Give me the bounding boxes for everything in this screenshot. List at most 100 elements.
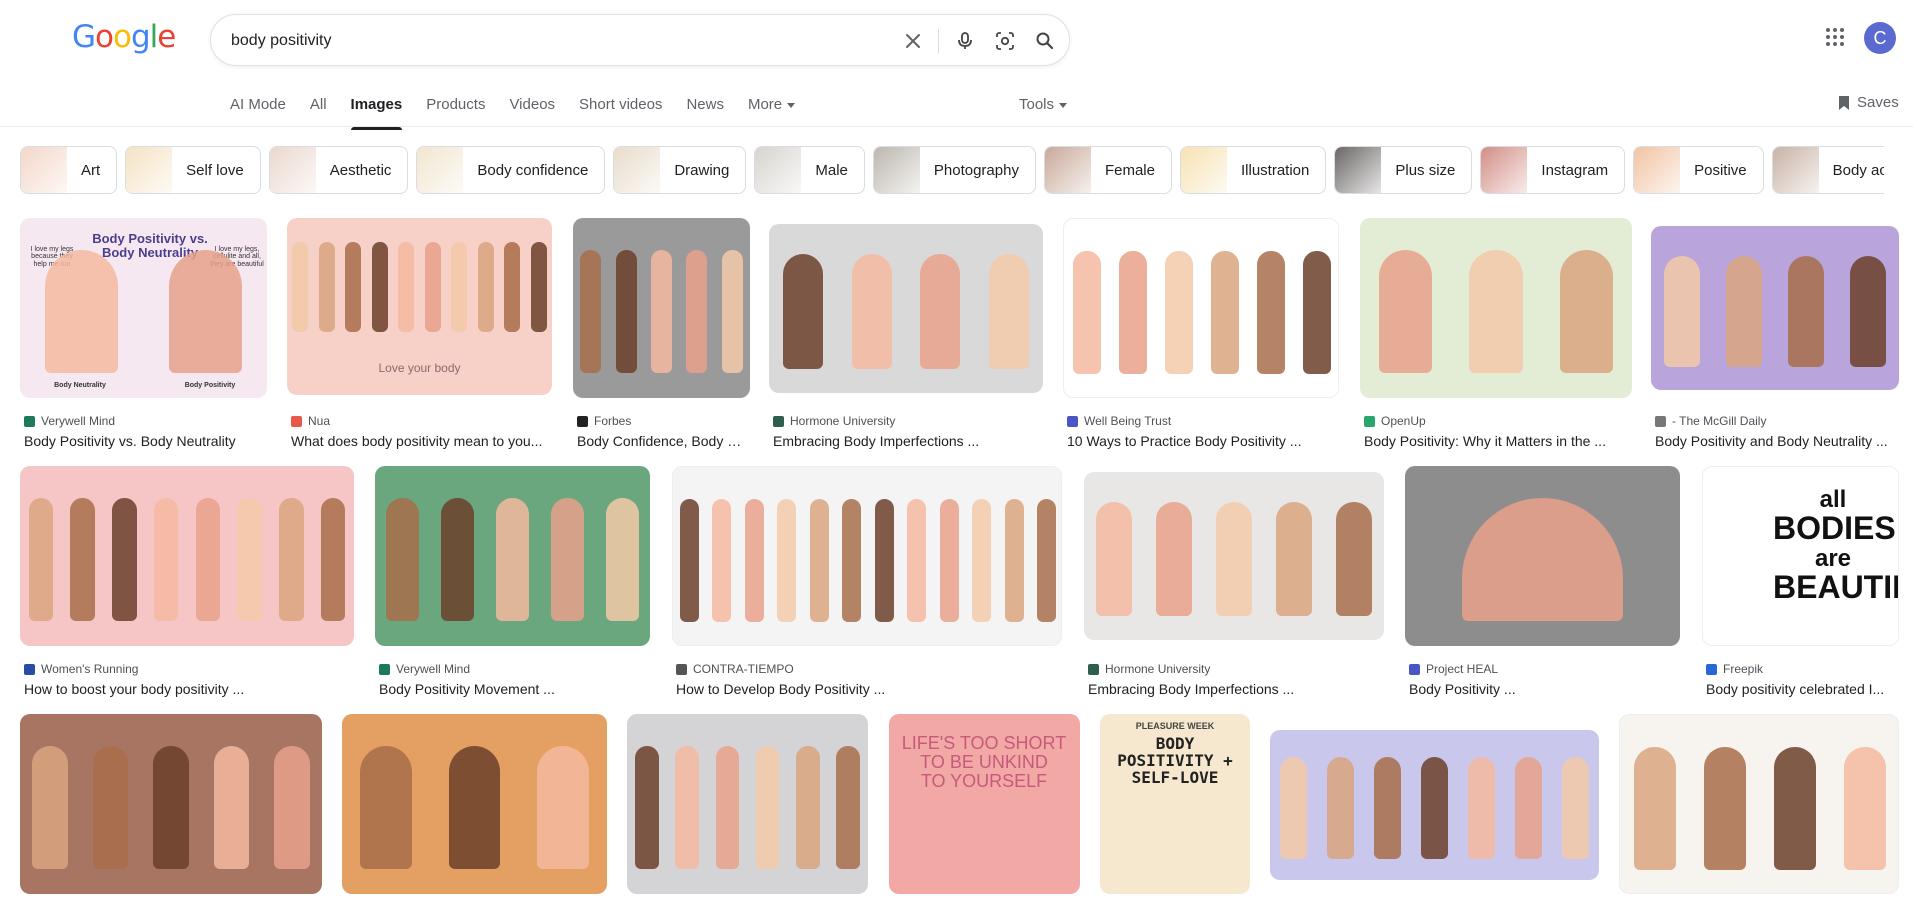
- image-result[interactable]: [1270, 714, 1599, 899]
- figure-illustration: [1119, 251, 1147, 374]
- result-title[interactable]: Body Positivity Movement ...: [379, 681, 646, 697]
- result-source[interactable]: Forbes: [577, 414, 631, 428]
- result-source[interactable]: - The McGill Daily: [1655, 414, 1766, 428]
- google-logo[interactable]: Google: [72, 20, 176, 54]
- image-result[interactable]: Love your body Nua What does body positivi…: [287, 218, 552, 449]
- chip-aesthetic[interactable]: Aesthetic: [268, 146, 409, 194]
- result-title[interactable]: How to boost your body positivity ...: [24, 681, 350, 697]
- result-title[interactable]: Body Positivity: Why it Matters in the .…: [1364, 433, 1628, 449]
- image-result[interactable]: [342, 714, 607, 899]
- chip-self-love[interactable]: Self love: [125, 146, 261, 194]
- chip-plus-size[interactable]: Plus size: [1334, 146, 1473, 194]
- image-result[interactable]: OpenUp Body Positivity: Why it Matters in…: [1360, 218, 1632, 449]
- result-source[interactable]: Freepik: [1706, 662, 1763, 676]
- avatar[interactable]: C: [1864, 22, 1896, 54]
- tab-all[interactable]: All: [310, 94, 327, 122]
- result-thumbnail[interactable]: [672, 466, 1062, 646]
- result-title[interactable]: 10 Ways to Practice Body Positivity ...: [1067, 433, 1335, 449]
- search-icon[interactable]: [1031, 27, 1059, 55]
- image-result[interactable]: Forbes Body Confidence, Body P...: [573, 218, 750, 449]
- image-result[interactable]: CONTRA-TIEMPO How to Develop Body Positiv…: [672, 466, 1062, 697]
- image-result[interactable]: Body Positivity vs. Body Neutrality I lov…: [20, 218, 267, 449]
- result-thumbnail[interactable]: [1651, 226, 1899, 390]
- mic-icon[interactable]: [951, 27, 979, 55]
- tab-images[interactable]: Images: [350, 94, 402, 130]
- result-title[interactable]: How to Develop Body Positivity ...: [676, 681, 1058, 697]
- image-result[interactable]: LIFE'S TOO SHORT TO BE UNKIND TO YOURSELF: [889, 714, 1080, 899]
- result-thumbnail[interactable]: [1084, 472, 1384, 640]
- saves-button[interactable]: Saves: [1837, 92, 1899, 114]
- image-result[interactable]: [20, 714, 322, 899]
- tab-more[interactable]: More: [748, 94, 796, 122]
- result-thumbnail[interactable]: [1619, 714, 1899, 894]
- result-thumbnail[interactable]: [20, 466, 354, 646]
- image-result[interactable]: [627, 714, 868, 899]
- result-title[interactable]: Body Confidence, Body P...: [577, 433, 746, 449]
- result-source[interactable]: Verywell Mind: [24, 414, 115, 428]
- image-result[interactable]: allBODIESareBEAUTIFUL Freepik Body positiv…: [1702, 466, 1899, 697]
- result-title[interactable]: Body Positivity ...: [1409, 681, 1676, 697]
- result-thumbnail[interactable]: [627, 714, 868, 894]
- image-result[interactable]: [1619, 714, 1899, 899]
- lens-icon[interactable]: [991, 27, 1019, 55]
- result-thumbnail[interactable]: [342, 714, 607, 894]
- tab-videos[interactable]: Videos: [509, 94, 555, 122]
- image-result[interactable]: PLEASURE WEEK BODY POSITIVITY + SELF-LOVE: [1100, 714, 1250, 899]
- result-title[interactable]: Embracing Body Imperfections ...: [773, 433, 1039, 449]
- result-thumbnail[interactable]: [1270, 730, 1599, 880]
- result-title[interactable]: Body positivity celebrated I...: [1706, 681, 1895, 697]
- result-title[interactable]: Embracing Body Imperfections ...: [1088, 681, 1380, 697]
- result-thumbnail[interactable]: [375, 466, 650, 646]
- image-result[interactable]: - The McGill Daily Body Positivity and Bo…: [1651, 218, 1899, 449]
- result-thumbnail[interactable]: Love your body: [287, 218, 552, 395]
- image-result[interactable]: Hormone University Embracing Body Imperfe…: [769, 218, 1043, 449]
- image-result[interactable]: Hormone University Embracing Body Imperfe…: [1084, 466, 1384, 697]
- image-result[interactable]: Women's Running How to boost your body po…: [20, 466, 354, 697]
- tools-button[interactable]: Tools: [1019, 94, 1068, 116]
- chip-female[interactable]: Female: [1043, 146, 1172, 194]
- tab-news[interactable]: News: [686, 94, 724, 122]
- image-result[interactable]: Project HEAL Body Positivity ...: [1405, 466, 1680, 697]
- result-thumbnail[interactable]: allBODIESareBEAUTIFUL: [1702, 466, 1899, 646]
- chip-art[interactable]: Art: [20, 146, 118, 194]
- chip-instagram[interactable]: Instagram: [1480, 146, 1626, 194]
- chip-positive[interactable]: Positive: [1633, 146, 1764, 194]
- result-title[interactable]: What does body positivity mean to you...: [291, 433, 548, 449]
- result-thumbnail[interactable]: [1405, 466, 1680, 646]
- result-source[interactable]: OpenUp: [1364, 414, 1426, 428]
- result-thumbnail[interactable]: LIFE'S TOO SHORT TO BE UNKIND TO YOURSELF: [889, 714, 1080, 894]
- result-source[interactable]: CONTRA-TIEMPO: [676, 662, 794, 676]
- result-thumbnail[interactable]: PLEASURE WEEK BODY POSITIVITY + SELF-LOVE: [1100, 714, 1250, 894]
- chip-illustration[interactable]: Illustration: [1180, 146, 1327, 194]
- result-thumbnail[interactable]: [20, 714, 322, 894]
- search-input[interactable]: [231, 27, 871, 55]
- tab-ai-mode[interactable]: AI Mode: [230, 94, 286, 122]
- result-source[interactable]: Women's Running: [24, 662, 138, 676]
- result-title[interactable]: Body Positivity and Body Neutrality ...: [1655, 433, 1895, 449]
- image-result[interactable]: Well Being Trust 10 Ways to Practice Body…: [1063, 218, 1339, 449]
- result-source[interactable]: Project HEAL: [1409, 662, 1498, 676]
- tab-products[interactable]: Products: [426, 94, 485, 122]
- apps-icon[interactable]: [1823, 25, 1847, 49]
- result-thumbnail[interactable]: [573, 218, 750, 398]
- result-thumbnail[interactable]: [769, 224, 1043, 393]
- figure-illustration: [1165, 251, 1193, 374]
- source-name: Verywell Mind: [41, 414, 116, 428]
- chip-male[interactable]: Male: [754, 146, 865, 194]
- result-source[interactable]: Verywell Mind: [379, 662, 470, 676]
- tab-short-videos[interactable]: Short videos: [579, 94, 662, 122]
- result-thumbnail[interactable]: [1063, 218, 1339, 398]
- result-thumbnail[interactable]: [1360, 218, 1632, 398]
- result-title[interactable]: Body Positivity vs. Body Neutrality: [24, 433, 263, 449]
- result-source[interactable]: Nua: [291, 414, 330, 428]
- result-source[interactable]: Hormone University: [773, 414, 895, 428]
- result-source[interactable]: Hormone University: [1088, 662, 1210, 676]
- chip-drawing[interactable]: Drawing: [613, 146, 747, 194]
- chip-body-acceptance[interactable]: Body acceptance: [1771, 146, 1884, 194]
- chip-body-confidence[interactable]: Body confidence: [416, 146, 606, 194]
- chip-photography[interactable]: Photography: [872, 146, 1036, 194]
- image-result[interactable]: Verywell Mind Body Positivity Movement ..…: [375, 466, 650, 697]
- result-source[interactable]: Well Being Trust: [1067, 414, 1171, 428]
- result-thumbnail[interactable]: Body Positivity vs. Body Neutrality I lov…: [20, 218, 267, 398]
- close-icon[interactable]: [899, 27, 927, 55]
